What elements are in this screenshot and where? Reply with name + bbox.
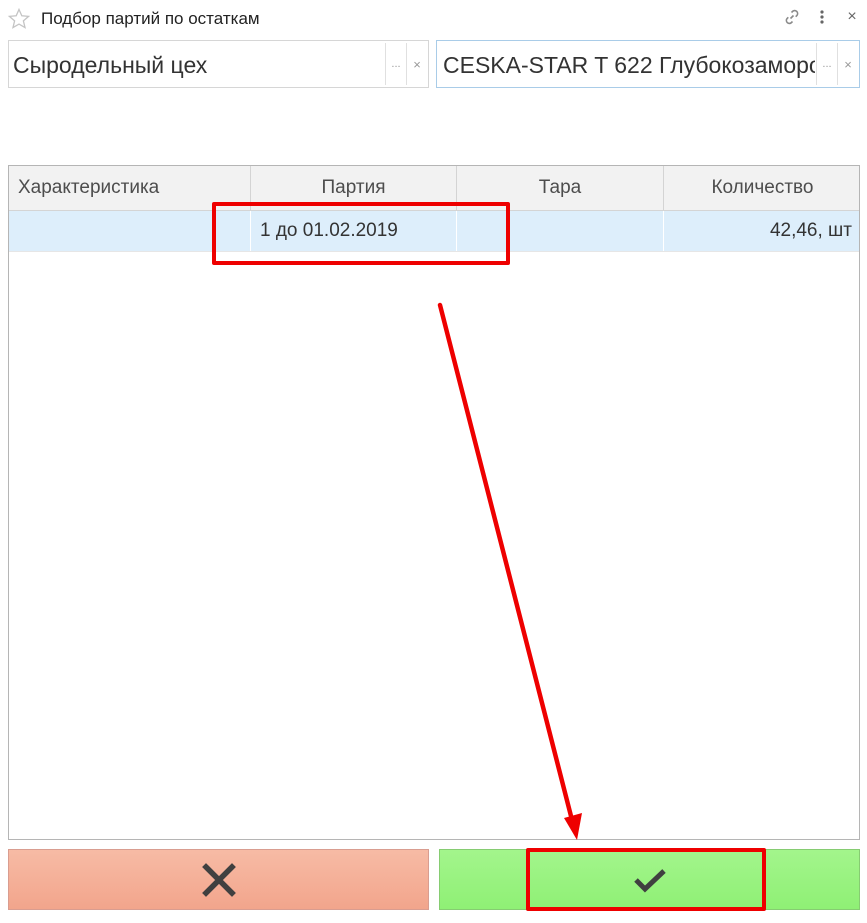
star-icon[interactable] <box>7 7 31 36</box>
warehouse-value[interactable]: Сыродельный цех <box>13 52 383 79</box>
product-select-button[interactable]: ... <box>816 43 837 85</box>
window-title: Подбор партий по остаткам <box>41 9 260 28</box>
warehouse-field[interactable]: Сыродельный цех ... × <box>8 40 429 88</box>
warehouse-clear-button[interactable]: × <box>406 43 427 85</box>
window-titlebar: Подбор партий по остаткам × <box>0 0 867 36</box>
column-header-characteristic[interactable]: Характеристика <box>9 166 251 210</box>
product-field[interactable]: CESKA-STAR T 622 Глубокозамороженный ...… <box>436 40 860 88</box>
table-row[interactable]: 1 до 01.02.2019 42,46, шт <box>9 211 859 252</box>
cancel-button[interactable] <box>8 849 429 910</box>
product-clear-button[interactable]: × <box>837 43 858 85</box>
product-value[interactable]: CESKA-STAR T 622 Глубокозамороженный <box>443 52 815 79</box>
batches-table[interactable]: Характеристика Партия Тара Количество 1 … <box>8 165 860 840</box>
more-vertical-icon[interactable] <box>812 6 832 28</box>
column-header-batch[interactable]: Партия <box>251 166 457 210</box>
link-icon[interactable] <box>782 6 802 28</box>
column-header-quantity[interactable]: Количество <box>664 166 859 210</box>
checkmark-icon <box>633 868 666 892</box>
close-icon[interactable]: × <box>842 6 862 28</box>
table-header: Характеристика Партия Тара Количество <box>9 166 859 211</box>
confirm-button[interactable] <box>439 849 860 910</box>
x-icon <box>201 862 236 897</box>
column-header-container[interactable]: Тара <box>457 166 664 210</box>
cell-batch[interactable]: 1 до 01.02.2019 <box>251 211 457 251</box>
warehouse-select-button[interactable]: ... <box>385 43 406 85</box>
cell-characteristic[interactable] <box>9 211 251 251</box>
cell-container[interactable] <box>457 211 664 251</box>
cell-quantity[interactable]: 42,46, шт <box>664 211 859 251</box>
